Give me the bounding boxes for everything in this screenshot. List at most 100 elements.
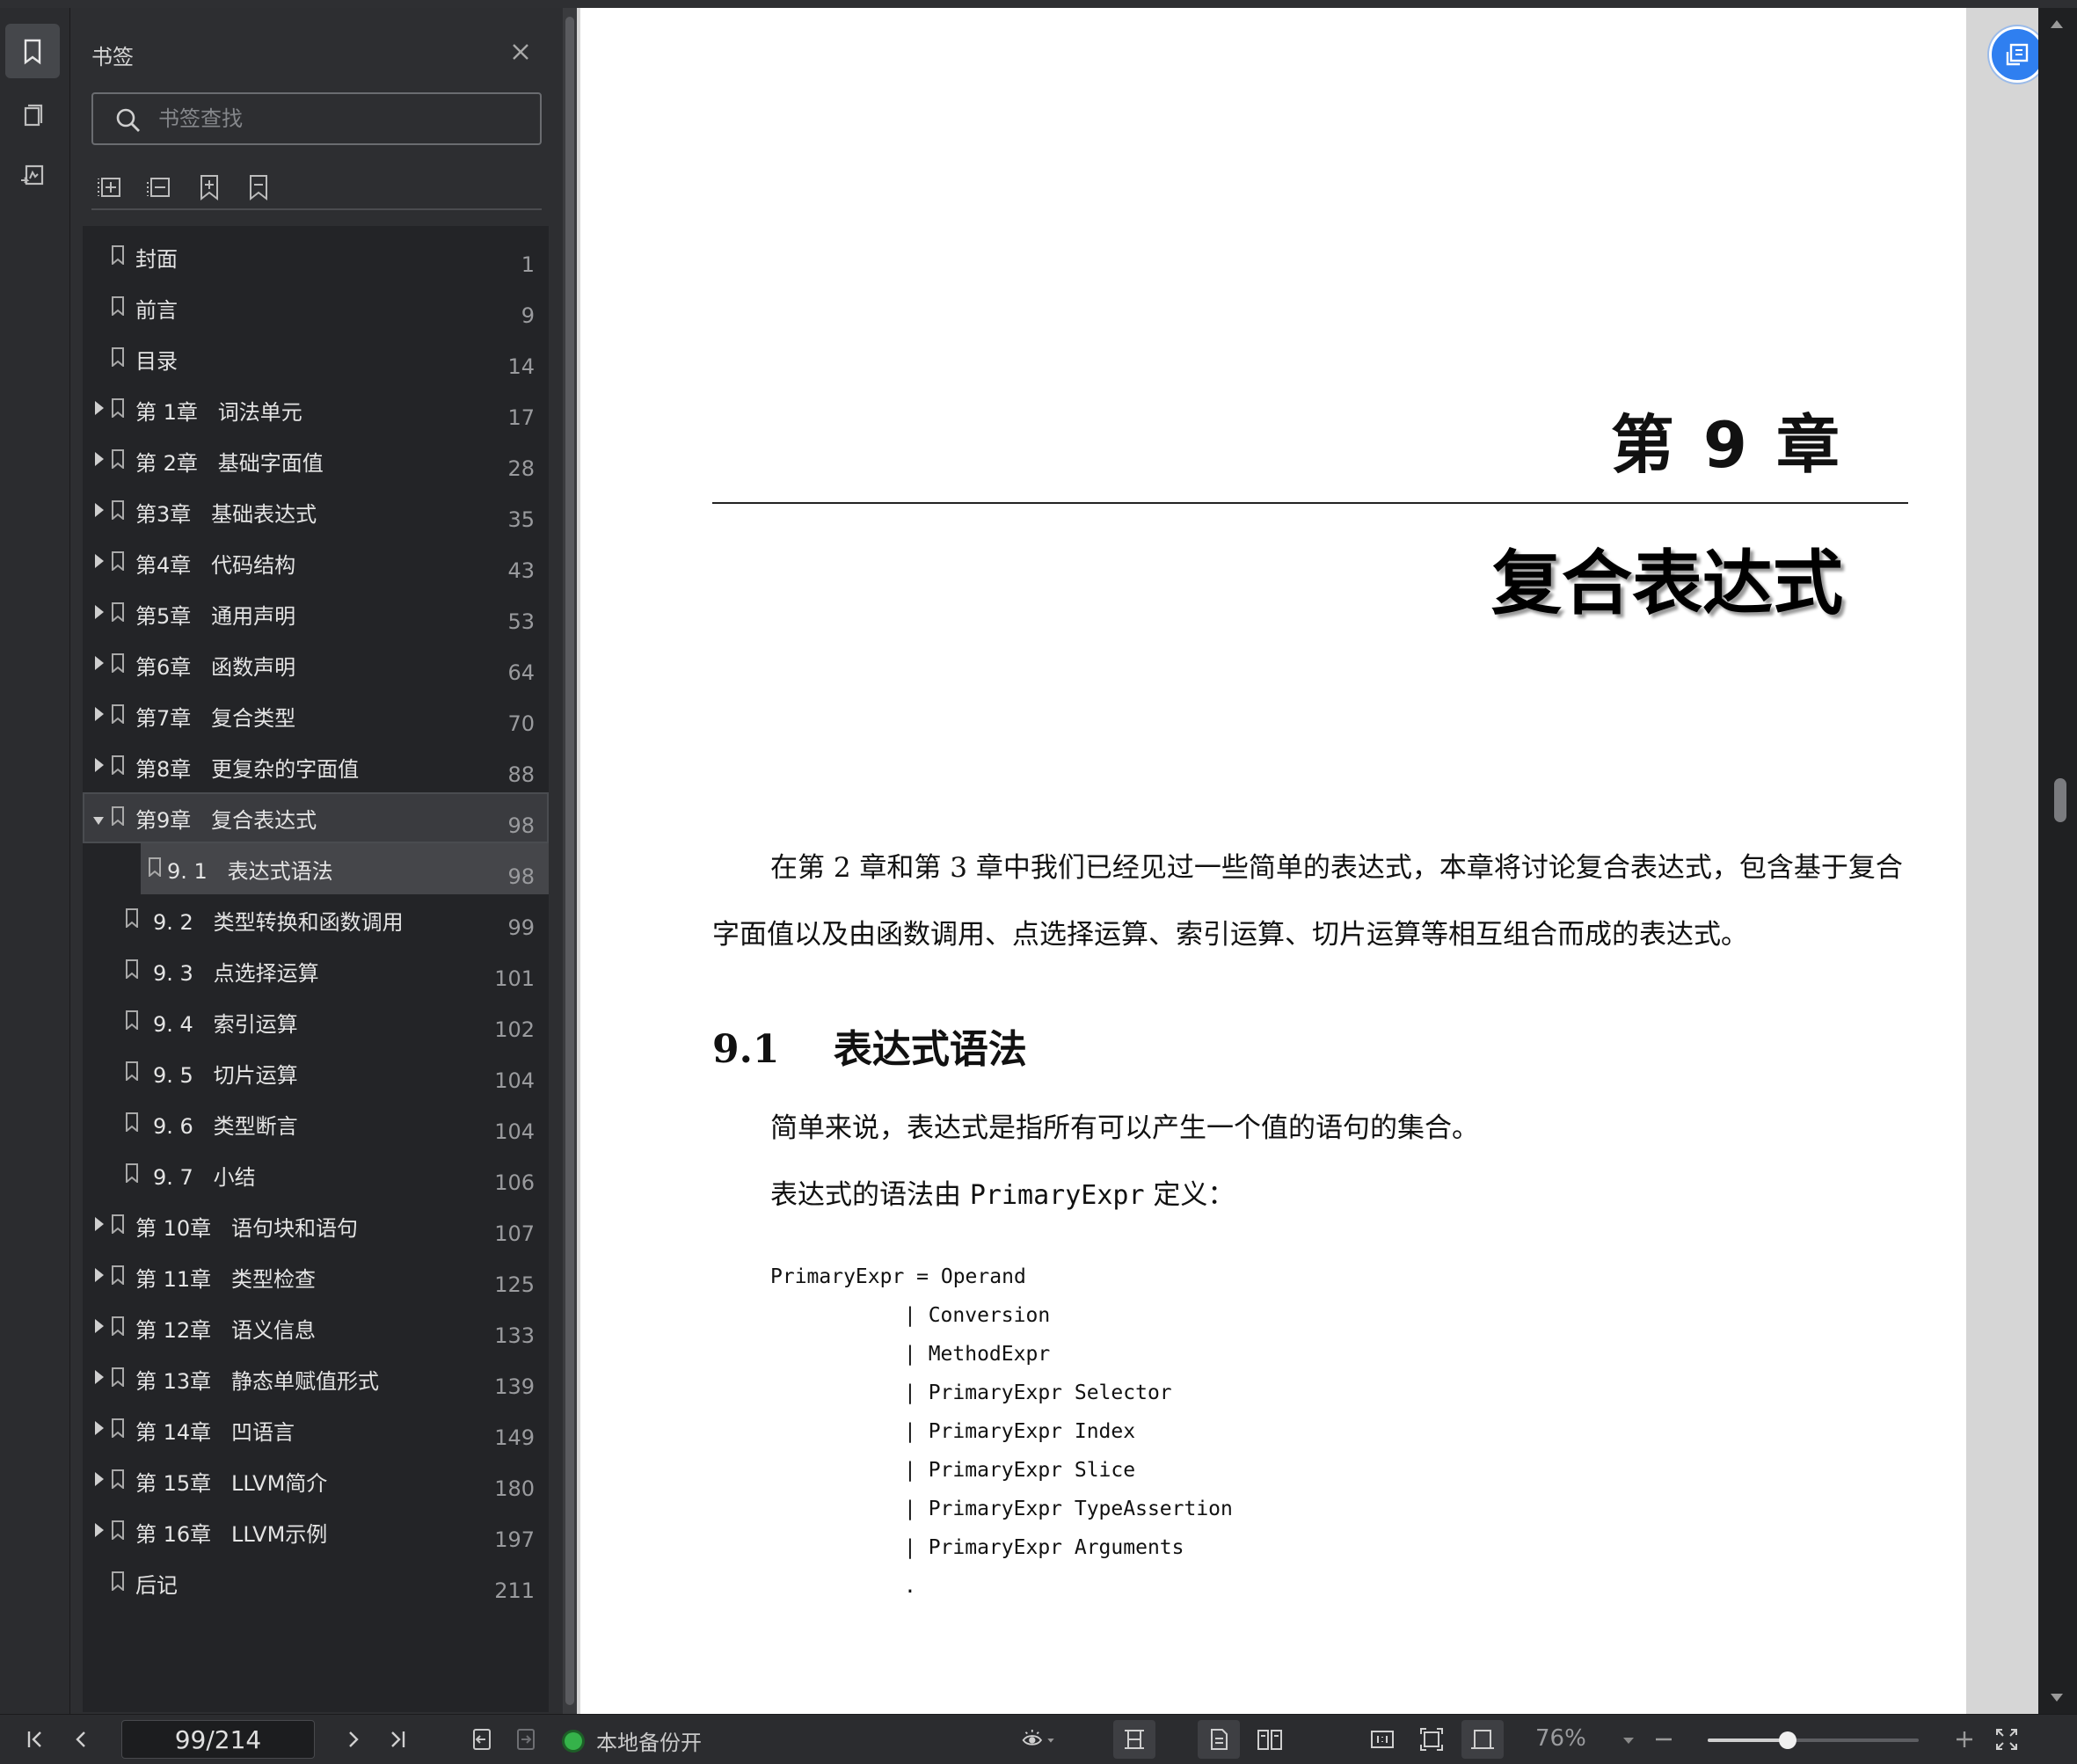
sidebar-scroll-thumb[interactable] <box>565 17 574 1705</box>
bookmark-chapter[interactable]: 第9章 复合表达式 98 <box>83 792 549 843</box>
bookmark-chapter[interactable]: 第 11章 类型检查 125 <box>83 1251 549 1302</box>
sidebar-scrollbar[interactable] <box>563 8 577 1714</box>
code-line: | PrimaryExpr Slice <box>904 1459 1136 1482</box>
last-page-button[interactable] <box>382 1724 413 1755</box>
bookmark-section[interactable]: 9. 7 小结 106 <box>83 1149 549 1200</box>
forward-icon <box>517 1729 535 1750</box>
actual-size-button[interactable] <box>1366 1724 1398 1755</box>
bookmark-page-number: 98 <box>507 864 535 889</box>
bookmark-section[interactable]: 9. 3 点选择运算 101 <box>83 945 549 996</box>
bookmark-chapter[interactable]: 后记 211 <box>83 1557 549 1608</box>
bookmark-chapter[interactable]: 第3章 基础表达式 35 <box>83 486 549 537</box>
caret-right-icon[interactable] <box>95 758 104 772</box>
bookmark-section[interactable]: 9. 6 类型断言 104 <box>83 1098 549 1149</box>
bookmark-chapter[interactable]: 第 15章 LLVM简介 180 <box>83 1455 549 1506</box>
caret-down-icon[interactable] <box>93 817 104 832</box>
caret-right-icon[interactable] <box>95 1523 104 1537</box>
caret-right-icon[interactable] <box>95 1268 104 1282</box>
continuous-scroll-icon <box>1125 1730 1144 1749</box>
zoom-slider-knob[interactable] <box>1779 1731 1797 1749</box>
caret-right-icon[interactable] <box>95 401 104 415</box>
bookmark-chapter[interactable]: 第6章 函数声明 64 <box>83 639 549 690</box>
page-number-input[interactable] <box>121 1720 315 1759</box>
zoom-slider[interactable] <box>1708 1731 1919 1749</box>
eye-comfort-button[interactable] <box>1018 1724 1062 1755</box>
bookmark-search-input[interactable] <box>158 103 528 135</box>
bookmark-chapter[interactable]: 第7章 复合类型 70 <box>83 690 549 741</box>
scroll-down-icon[interactable] <box>2051 1694 2063 1702</box>
bookmark-chapter[interactable]: 第5章 通用声明 53 <box>83 588 549 639</box>
caret-right-icon[interactable] <box>95 1319 104 1333</box>
zoom-dropdown-icon[interactable] <box>1623 1738 1634 1744</box>
expand-all-button[interactable] <box>95 171 130 207</box>
bookmark-chapter[interactable]: 第 1章 词法单元 17 <box>83 384 549 435</box>
annotations-panel-button[interactable] <box>5 149 60 203</box>
window-top-edge <box>0 0 2077 8</box>
caret-right-icon[interactable] <box>95 452 104 466</box>
add-bookmark-button[interactable] <box>193 171 229 207</box>
close-sidebar-button[interactable] <box>506 38 535 66</box>
caret-right-icon[interactable] <box>95 554 104 568</box>
bookmark-chapter[interactable]: 封面 1 <box>83 231 549 282</box>
caret-right-icon[interactable] <box>95 1370 104 1384</box>
bookmark-icon <box>125 1112 139 1133</box>
bookmark-section[interactable]: 9. 2 类型转换和函数调用 99 <box>83 894 549 945</box>
bookmark-chapter[interactable]: 第 10章 语句块和语句 107 <box>83 1200 549 1251</box>
bookmark-icon <box>111 347 125 368</box>
bookmarks-panel-button[interactable] <box>5 24 60 78</box>
zoom-level[interactable]: 76% <box>1535 1725 1586 1752</box>
fit-page-button[interactable] <box>1416 1724 1447 1755</box>
document-scroll-thumb[interactable] <box>2054 778 2066 822</box>
thumbnails-panel-button[interactable] <box>5 89 60 143</box>
bookmark-chapter[interactable]: 目录 14 <box>83 333 549 384</box>
caret-right-icon[interactable] <box>95 1217 104 1231</box>
bookmark-chapter[interactable]: 第 13章 静态单赋值形式 139 <box>83 1353 549 1404</box>
bookmark-label: 第 12章 语义信息 <box>135 1318 317 1343</box>
caret-right-icon[interactable] <box>95 605 104 619</box>
next-page-button[interactable] <box>338 1724 369 1755</box>
collapse-all-button[interactable] <box>144 171 179 207</box>
caret-right-icon[interactable] <box>95 1472 104 1486</box>
floating-action-button[interactable] <box>1989 26 2045 83</box>
caret-right-icon[interactable] <box>95 707 104 721</box>
bookmark-icon <box>125 1163 139 1185</box>
bookmark-chapter[interactable]: 第 14章 凹语言 149 <box>83 1404 549 1455</box>
fit-width-button[interactable] <box>1461 1720 1504 1759</box>
previous-page-button[interactable] <box>65 1724 97 1755</box>
bookmark-chapter[interactable]: 第 12章 语义信息 133 <box>83 1302 549 1353</box>
bookmark-icon <box>24 39 41 65</box>
history-forward-button[interactable] <box>510 1724 542 1755</box>
bookmark-chapter[interactable]: 第4章 代码结构 43 <box>83 537 549 588</box>
document-scrollbar[interactable] <box>2038 8 2077 1714</box>
code-line: . <box>904 1575 916 1598</box>
bookmark-chapter[interactable]: 前言 9 <box>83 282 549 333</box>
caret-right-icon[interactable] <box>95 1421 104 1435</box>
bookmark-page-number: 1 <box>521 252 535 277</box>
bookmark-search[interactable] <box>91 92 542 145</box>
bookmark-section[interactable]: 9. 1 表达式语法 98 <box>141 843 549 894</box>
caret-right-icon[interactable] <box>95 503 104 517</box>
bookmark-add-icon <box>200 175 218 201</box>
fullscreen-button[interactable] <box>1991 1724 2022 1755</box>
zoom-in-button[interactable] <box>1949 1724 1980 1755</box>
bookmark-section[interactable]: 9. 4 索引运算 102 <box>83 996 549 1047</box>
caret-right-icon[interactable] <box>95 656 104 670</box>
continuous-scroll-button[interactable] <box>1113 1720 1155 1759</box>
bookmark-page-number: 101 <box>494 966 535 991</box>
zoom-out-button[interactable] <box>1648 1724 1680 1755</box>
two-page-button[interactable] <box>1249 1724 1291 1755</box>
first-page-button[interactable] <box>19 1724 51 1755</box>
remove-bookmark-button[interactable] <box>243 171 278 207</box>
history-back-button[interactable] <box>466 1724 498 1755</box>
bookmark-page-number: 106 <box>494 1170 535 1195</box>
bookmark-label: 9. 5 切片运算 <box>153 1063 298 1088</box>
bookmark-chapter[interactable]: 第8章 更复杂的字面值 88 <box>83 741 549 792</box>
bookmark-page-number: 102 <box>494 1017 535 1042</box>
bookmark-label: 9. 2 类型转换和函数调用 <box>153 910 404 935</box>
bookmark-chapter[interactable]: 第 16章 LLVM示例 197 <box>83 1506 549 1557</box>
bookmark-chapter[interactable]: 第 2章 基础字面值 28 <box>83 435 549 486</box>
bookmark-section[interactable]: 9. 5 切片运算 104 <box>83 1047 549 1098</box>
scroll-up-icon[interactable] <box>2051 20 2063 28</box>
bookmark-icon <box>111 1469 125 1491</box>
single-page-button[interactable] <box>1198 1720 1240 1759</box>
